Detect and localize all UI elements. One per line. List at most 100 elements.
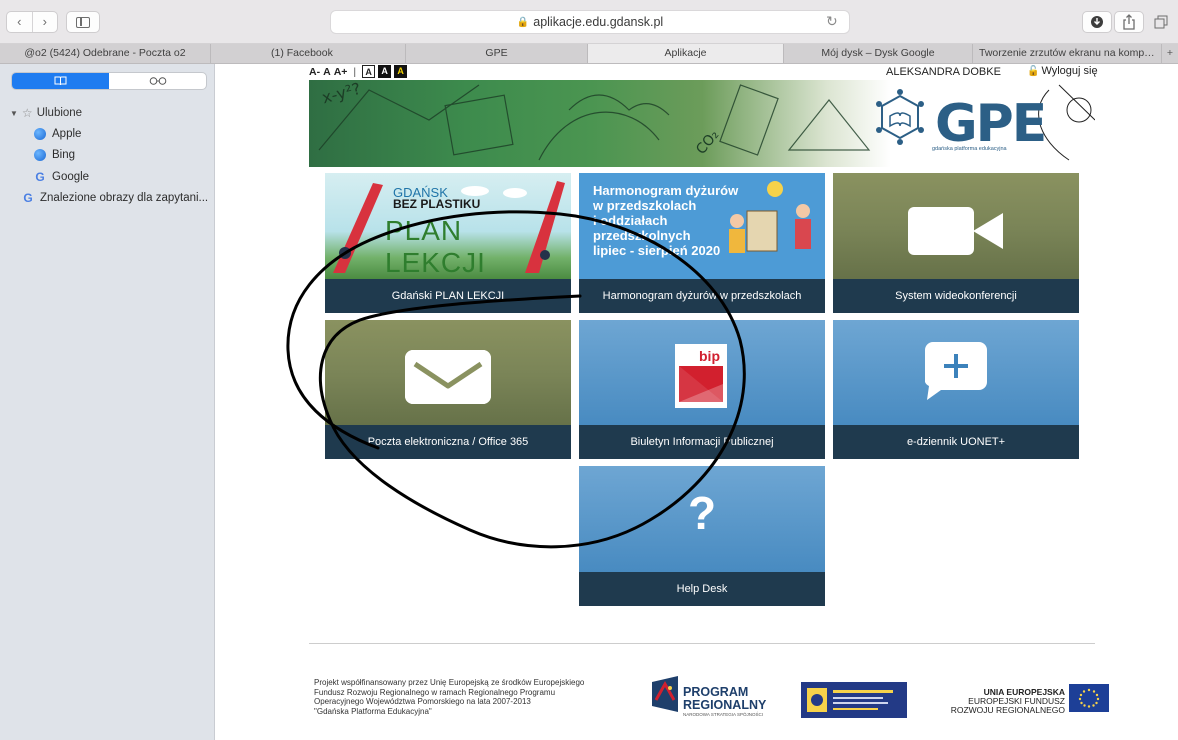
reload-icon[interactable]: ↻	[826, 13, 838, 30]
download-icon	[1091, 16, 1103, 28]
google-icon: G	[23, 191, 33, 205]
plan-lekcji-image: GDAŃSK BEZ PLASTIKU PLAN LEKCJI	[325, 173, 571, 279]
lock-icon: 🔓	[1027, 65, 1040, 77]
bookmark-apple[interactable]: Apple	[34, 128, 81, 140]
plan-image-subtitle: BEZ PLASTIKU	[393, 197, 481, 211]
bip-icon: bip	[675, 344, 727, 408]
nav-buttons: ‹ ›	[6, 11, 58, 33]
font-normal-button[interactable]: A	[323, 66, 331, 78]
browser-toolbar: ‹ › 🔒 aplikacje.edu.gdansk.pl ↻	[0, 0, 1178, 44]
google-icon: G	[35, 170, 45, 184]
favorites-header[interactable]: ▼ ☆ Ulubione	[10, 106, 82, 120]
tile-bip[interactable]: bip Biuletyn Informacji Publicznej	[579, 320, 825, 459]
tab-screenshots[interactable]: Tworzenie zrzutów ekranu na komput...	[973, 44, 1162, 63]
plan-image-main: PLAN LEKCJI	[385, 215, 486, 278]
question-mark-icon: ?	[687, 487, 717, 539]
footer-text: Projekt współfinansowany przez Unię Euro…	[314, 678, 585, 716]
program-sub: NARODOWA STRATEGIA SPÓJNOŚCI	[683, 712, 764, 717]
tile-poczta[interactable]: Poczta elektroniczna / Office 365	[325, 320, 571, 459]
glasses-icon	[149, 77, 166, 85]
harm-line: przedszkolnych	[593, 228, 691, 243]
chat-plus-icon	[925, 342, 987, 400]
book-icon	[54, 76, 67, 86]
tile-help-desk[interactable]: ? Help Desk	[579, 466, 825, 606]
sidebar-icon	[76, 16, 90, 28]
address-text: aplikacje.edu.gdansk.pl	[533, 15, 664, 29]
harmonogram-image: Harmonogram dyżurów w przedszkolach i od…	[579, 173, 825, 279]
star-icon: ☆	[21, 106, 33, 120]
tile-label: Harmonogram dyżurów w przedszkolach	[579, 279, 825, 313]
globe-icon	[34, 128, 46, 140]
share-button[interactable]	[1114, 11, 1144, 33]
tile-e-dziennik[interactable]: e-dziennik UONET+	[833, 320, 1079, 459]
forward-button[interactable]: ›	[31, 12, 58, 32]
program-regionalny-text: PROGRAM REGIONALNY	[683, 686, 766, 712]
tile-label: Poczta elektroniczna / Office 365	[325, 425, 571, 459]
accessibility-controls: A- A A+ | A A A	[309, 64, 408, 79]
new-tab-button[interactable]: +	[1162, 44, 1178, 63]
bookmark-label: Bing	[52, 149, 76, 161]
sidebar-toggle-button[interactable]	[66, 11, 100, 33]
tile-harmonogram[interactable]: Harmonogram dyżurów w przedszkolach i od…	[579, 173, 825, 313]
contrast-default-button[interactable]: A	[362, 65, 376, 78]
footer-divider	[309, 643, 1095, 644]
separator: |	[353, 65, 357, 78]
logout-link[interactable]: 🔓 Wyloguj się	[1027, 65, 1098, 77]
back-button[interactable]: ‹	[7, 12, 32, 32]
tile-plan-lekcji[interactable]: GDAŃSK BEZ PLASTIKU PLAN LEKCJI Gdański …	[325, 173, 571, 313]
eu-flag-icon	[1069, 684, 1109, 712]
sidebar-segment-control	[11, 72, 207, 90]
contrast-dark-button[interactable]: A	[378, 65, 392, 78]
svg-text:x-y²?: x-y²?	[320, 80, 363, 107]
share-icon	[1123, 14, 1135, 30]
bookmark-bing[interactable]: Bing	[34, 149, 75, 161]
lock-icon: 🔒	[516, 16, 530, 28]
tile-label: System wideokonferencji	[833, 279, 1079, 313]
tile-wideokonferencje[interactable]: System wideokonferencji	[833, 173, 1079, 313]
tab-google-drive[interactable]: Mój dysk – Dysk Google	[784, 44, 973, 63]
envelope-icon	[405, 350, 491, 404]
harm-line: lipiec - sierpień 2020	[593, 243, 721, 258]
address-bar[interactable]: 🔒 aplikacje.edu.gdansk.pl	[330, 10, 850, 34]
tile-label: Help Desk	[579, 572, 825, 606]
pomorskie-logo	[801, 682, 907, 718]
logout-label: Wyloguj się	[1041, 65, 1098, 77]
bookmark-label: Apple	[52, 128, 82, 140]
tab-poczta-o2[interactable]: @o2 (5424) Odebrane - Poczta o2	[0, 44, 211, 63]
tab-facebook[interactable]: (1) Facebook	[211, 44, 406, 63]
tile-label: Gdański PLAN LEKCJI	[325, 279, 571, 313]
bookmark-label: Google	[52, 171, 90, 183]
video-camera-icon	[908, 207, 974, 255]
font-increase-button[interactable]: A+	[334, 66, 348, 78]
program-line: REGIONALNY	[683, 698, 767, 712]
tabs-overview-button[interactable]	[1148, 11, 1174, 33]
gpe-logo-text: GPE	[935, 94, 1047, 154]
pomorskie-logo-icon	[807, 688, 893, 712]
harm-line: w przedszkolach	[593, 198, 697, 213]
bookmark-google[interactable]: G Google	[34, 170, 89, 184]
globe-icon	[34, 149, 46, 161]
tab-aplikacje[interactable]: Aplikacje	[588, 44, 784, 63]
safari-window: ‹ › 🔒 aplikacje.edu.gdansk.pl ↻ @o2 (542…	[0, 0, 1178, 740]
bookmark-image-search[interactable]: G Znalezione obrazy dla zapytani...	[22, 191, 208, 205]
eu-fund-text: UNIA EUROPEJSKA EUROPEJSKI FUNDUSZ ROZWO…	[925, 688, 1065, 715]
contrast-yellow-button[interactable]: A	[394, 65, 408, 78]
tab-gpe[interactable]: GPE	[406, 44, 588, 63]
downloads-button[interactable]	[1082, 11, 1112, 33]
video-camera-lens-icon	[973, 213, 1003, 249]
reading-list-segment[interactable]	[109, 73, 206, 89]
tile-label: Biuletyn Informacji Publicznej	[579, 425, 825, 459]
bip-text: bip	[699, 348, 720, 364]
eu-line: ROZWOJU REGIONALNEGO	[950, 705, 1065, 715]
bookmarks-sidebar: ▼ ☆ Ulubione Apple Bing G Google G Znale…	[0, 64, 215, 740]
tab-bar: @o2 (5424) Odebrane - Poczta o2 (1) Face…	[0, 44, 1178, 64]
font-decrease-button[interactable]: A-	[309, 66, 320, 78]
favorites-label: Ulubione	[36, 107, 83, 119]
tile-label: e-dziennik UONET+	[833, 425, 1079, 459]
harmonogram-image-text: Harmonogram dyżurów w przedszkolach i od…	[593, 183, 738, 258]
bookmarks-segment[interactable]	[12, 73, 109, 89]
user-name: ALEKSANDRA DOBKE	[886, 66, 1001, 78]
harm-line: Harmonogram dyżurów	[593, 183, 739, 198]
tabs-icon	[1154, 15, 1168, 29]
gpe-subtitle: gdańska platforma edukacyjna	[932, 146, 1007, 152]
